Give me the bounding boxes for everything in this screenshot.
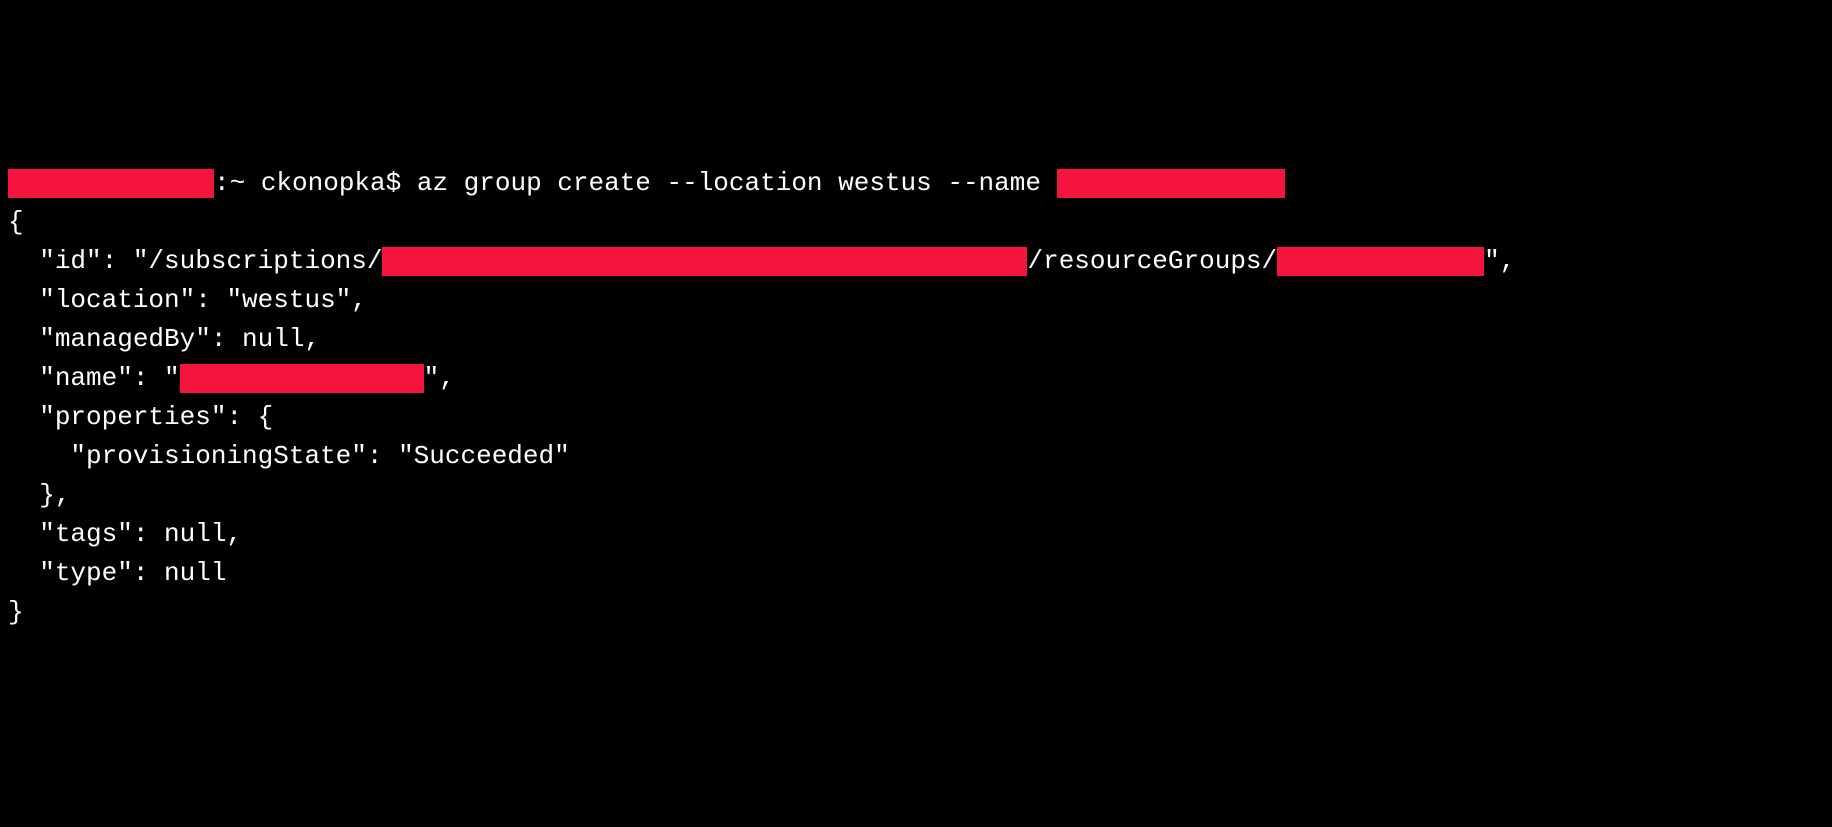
json-type-line: "type": null <box>8 554 1824 593</box>
json-properties-open: "properties": { <box>8 398 1824 437</box>
redacted-hostname <box>8 169 214 198</box>
json-brace-close: } <box>8 593 1824 632</box>
json-name-line: "name": " ", <box>8 359 1824 398</box>
prompt-path: :~ <box>214 168 261 198</box>
json-properties-close: }, <box>8 476 1824 515</box>
redacted-group-name <box>1057 169 1285 198</box>
prompt-char: $ <box>386 168 417 198</box>
json-name-key: "name": " <box>39 363 179 393</box>
json-id-end: ", <box>1484 246 1515 276</box>
json-id-mid: /resourceGroups/ <box>1027 246 1277 276</box>
redacted-resource-group <box>1277 247 1484 276</box>
json-managedby-line: "managedBy": null, <box>8 320 1824 359</box>
redacted-name-value <box>180 364 424 393</box>
prompt-user: ckonopka <box>261 168 386 198</box>
json-name-end: ", <box>424 363 455 393</box>
json-brace-open: { <box>8 203 1824 242</box>
json-provisioning-line: "provisioningState": "Succeeded" <box>8 437 1824 476</box>
json-id-key: "id": "/subscriptions/ <box>39 246 382 276</box>
redacted-subscription-id <box>382 247 1027 276</box>
json-tags-line: "tags": null, <box>8 515 1824 554</box>
command-text: az group create --location westus --name <box>417 168 1057 198</box>
json-id-line: "id": "/subscriptions/ /resourceGroups/ ", <box>8 242 1824 281</box>
terminal-output: :~ ckonopka$ az group create --location … <box>8 164 1824 632</box>
json-location-line: "location": "westus", <box>8 281 1824 320</box>
prompt-line: :~ ckonopka$ az group create --location … <box>8 164 1824 203</box>
